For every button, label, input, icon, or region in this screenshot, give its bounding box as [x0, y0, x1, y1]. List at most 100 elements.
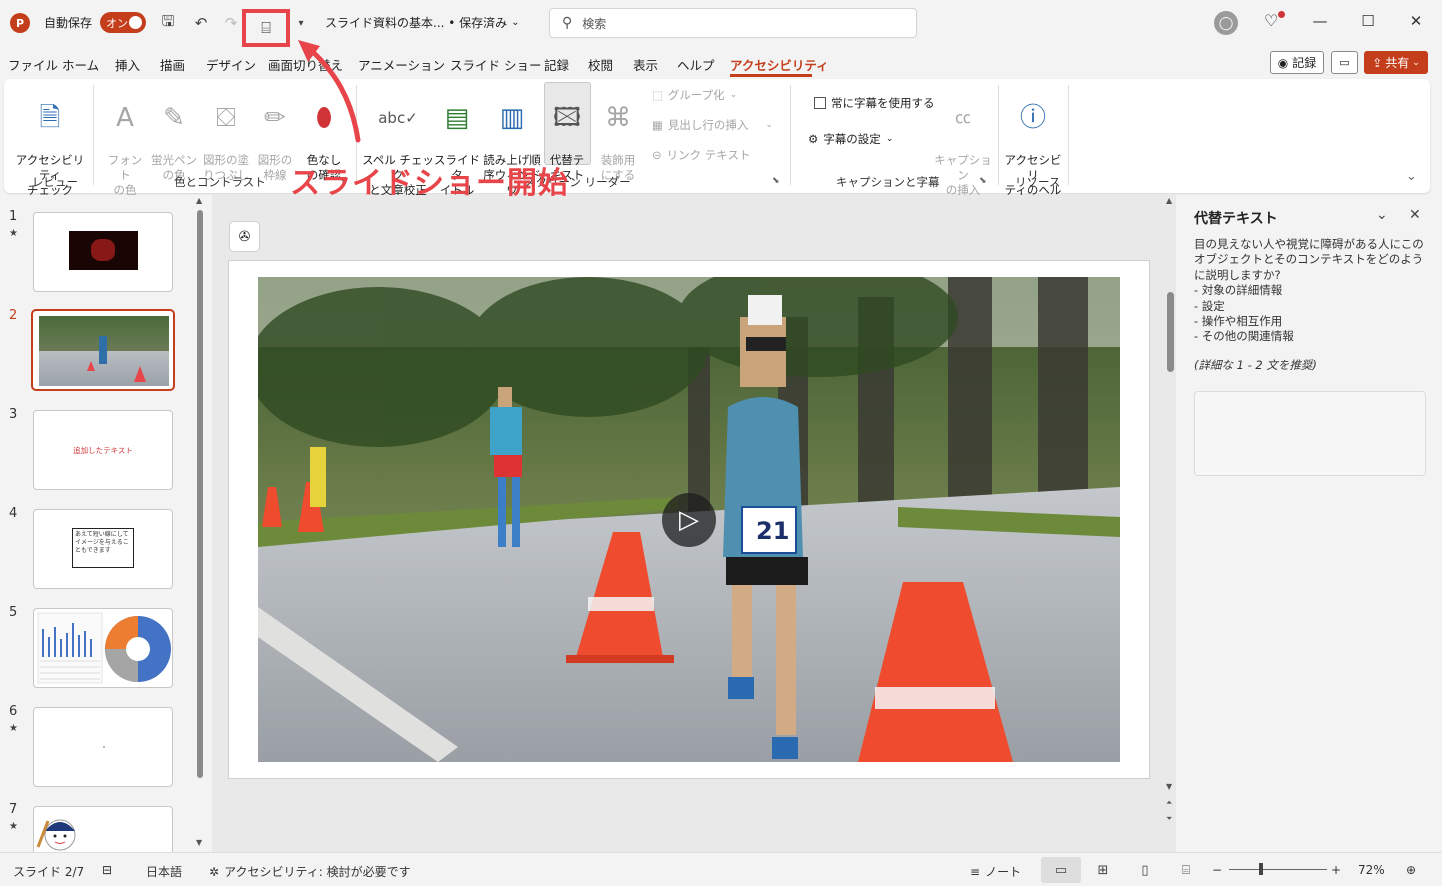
slide-thumbnail-6[interactable] — [33, 707, 173, 787]
thumb-text: 追加したテキスト — [73, 446, 133, 455]
tab-help[interactable]: ヘルプ — [677, 55, 715, 74]
thumbnails-scrollbar[interactable]: ▲ ▼ — [195, 196, 205, 850]
language-indicator[interactable]: 日本語 — [146, 863, 182, 880]
slide-thumbnail-4[interactable]: あえて短い線にしてイメージを与えることもできます — [33, 509, 173, 589]
search-box[interactable]: ⚲ 検索 — [549, 8, 917, 38]
normal-view-icon[interactable]: ▭ — [1041, 857, 1081, 883]
tab-file[interactable]: ファイル — [8, 55, 58, 74]
start-slideshow-button[interactable]: ⌸ — [242, 9, 290, 47]
slide-thumbnail-2[interactable] — [31, 309, 175, 391]
collapse-ribbon-icon[interactable]: ⌄ — [1406, 169, 1417, 184]
thumb-runner — [99, 336, 107, 364]
zoom-slider-thumb[interactable] — [1259, 863, 1263, 875]
fit-slide-icon[interactable]: ⊕ — [1406, 863, 1416, 877]
tab-home[interactable]: ホーム — [62, 55, 99, 74]
previous-slide-icon[interactable]: ⏶ — [1166, 798, 1172, 808]
slide-thumbnail-3[interactable]: 追加したテキスト — [33, 410, 173, 490]
record-button[interactable]: ◉ 記録 — [1270, 51, 1324, 74]
tab-insert[interactable]: 挿入 — [115, 55, 140, 74]
scrollbar-thumb[interactable] — [197, 210, 203, 778]
insert-header-row-button[interactable]: ▦ 見出し行の挿入 ⌄ — [652, 117, 773, 133]
tab-accessibility[interactable]: アクセシビリティ — [730, 55, 829, 74]
customize-quick-access-icon[interactable]: ▾ — [288, 10, 314, 36]
next-slide-icon[interactable]: ⏷ — [1166, 814, 1172, 824]
tab-design[interactable]: デザイン — [206, 55, 256, 74]
alt-text-input[interactable] — [1194, 391, 1426, 476]
play-icon: ▷ — [679, 505, 699, 535]
close-icon[interactable]: ✕ — [1406, 12, 1426, 30]
shape-fill-button[interactable]: ⛋ 図形の塗 りつぶし — [200, 87, 252, 183]
document-title[interactable]: スライド資料の基本... • 保存済み ⌄ — [325, 14, 520, 31]
scroll-up-icon[interactable]: ▲ — [196, 196, 202, 205]
lightbulb-icon[interactable]: ♡ — [1264, 11, 1278, 30]
search-placeholder: 検索 — [582, 16, 607, 31]
slide-thumbnail-5[interactable] — [33, 608, 173, 688]
traffic-light-icon: ⬮ — [315, 103, 333, 133]
reading-view-icon[interactable]: ▯ — [1125, 857, 1165, 883]
save-icon[interactable]: 🖫 — [155, 10, 181, 36]
always-captions-label: 常に字幕を使用する — [831, 96, 935, 110]
slideshow-view-icon[interactable]: ⌸ — [1166, 857, 1206, 883]
comments-button[interactable]: ▭ — [1331, 51, 1358, 74]
dialog-launcher-icon[interactable]: ⬊ — [979, 176, 987, 186]
zoom-slider[interactable] — [1229, 869, 1327, 870]
group-button[interactable]: ⬚ グループ化 ⌄ — [652, 87, 737, 103]
redo-icon[interactable]: ↷ — [218, 10, 244, 36]
slide-sorter-view-icon[interactable]: ⊞ — [1083, 857, 1123, 883]
notification-dot — [1278, 11, 1285, 18]
slide-title-icon: ▤ — [444, 103, 470, 133]
undo-icon[interactable]: ↶ — [188, 10, 214, 36]
dialog-launcher-icon[interactable]: ⬊ — [772, 176, 780, 186]
mark-decorative-button[interactable]: ⌘ 装飾用 にする — [596, 87, 640, 183]
table-icon: ▦ — [652, 118, 663, 132]
svg-text:21: 21 — [756, 517, 789, 545]
share-label: 共有 — [1385, 56, 1410, 70]
close-pane-icon[interactable]: ✕ — [1409, 207, 1421, 223]
chevron-down-icon[interactable]: ⌄ — [1376, 207, 1388, 223]
tab-review[interactable]: 校閲 — [588, 55, 613, 74]
tab-draw[interactable]: 描画 — [160, 55, 185, 74]
checkbox-box — [814, 97, 826, 109]
book-icon[interactable]: ⊟ — [102, 863, 112, 877]
always-use-captions-checkbox[interactable]: 常に字幕を使用する — [814, 95, 935, 111]
cc-icon: ㏄ — [954, 108, 971, 127]
accessibility-status[interactable]: ✲ アクセシビリティ: 検討が必要です — [209, 863, 411, 880]
ribbon: 🗎 アクセシビリティ チェック レビュー A フォント の色 ✎ 蛍光ペン の色… — [4, 79, 1430, 212]
minimize-icon[interactable]: — — [1310, 12, 1330, 30]
maximize-icon[interactable]: ☐ — [1358, 12, 1378, 30]
font-color-icon: A — [116, 103, 134, 133]
thumb-baseball-illustration — [36, 819, 76, 851]
tab-record[interactable]: 記録 — [544, 55, 569, 74]
link-text-button[interactable]: ⊝ リンク テキスト — [652, 147, 750, 163]
group-label-review: レビュー — [32, 175, 78, 189]
tab-transitions[interactable]: 画面切り替え — [268, 55, 343, 74]
scrollbar-thumb[interactable] — [1167, 292, 1174, 372]
notes-button[interactable]: ≡ ノート — [970, 863, 1021, 880]
editor-scrollbar[interactable]: ▲ ▼ ⏶ ⏷ — [1164, 196, 1176, 828]
highlight-color-button[interactable]: ✎ 蛍光ペン の色 — [150, 87, 198, 183]
share-icon: ⇪ — [1372, 55, 1383, 70]
scroll-down-icon[interactable]: ▼ — [196, 838, 202, 847]
zoom-in-icon[interactable]: + — [1331, 863, 1341, 877]
slide-thumbnail-7[interactable] — [33, 806, 173, 852]
zoom-out-icon[interactable]: − — [1212, 863, 1222, 877]
account-avatar-icon[interactable]: ◯ — [1214, 11, 1238, 35]
share-button[interactable]: ⇪ 共有 ⌄ — [1364, 51, 1428, 74]
scroll-up-icon[interactable]: ▲ — [1166, 196, 1172, 205]
autosave-toggle[interactable]: オン — [100, 12, 146, 33]
font-color-button[interactable]: A フォント の色 — [104, 87, 146, 198]
tab-slideshow[interactable]: スライド ショー — [450, 55, 541, 74]
tab-view[interactable]: 表示 — [633, 55, 658, 74]
tab-animations[interactable]: アニメーション — [358, 55, 445, 74]
thumb-cone — [87, 361, 95, 371]
caption-settings-button[interactable]: ⚙ 字幕の設定 ⌄ — [808, 131, 893, 147]
copilot-button[interactable]: ✇ — [229, 221, 260, 252]
autosave-state: オン — [106, 16, 128, 30]
zoom-level[interactable]: 72% — [1358, 863, 1385, 877]
alt-text-item: - 操作や相互作用 — [1194, 314, 1283, 329]
video-play-button[interactable]: ▷ — [662, 493, 716, 547]
scroll-down-icon[interactable]: ▼ — [1166, 782, 1172, 791]
alt-text-hint: (詳細な 1 - 2 文を推奨) — [1194, 358, 1317, 372]
slide-thumbnail-1[interactable] — [33, 212, 173, 292]
chevron-down-icon: ⌄ — [885, 134, 894, 144]
